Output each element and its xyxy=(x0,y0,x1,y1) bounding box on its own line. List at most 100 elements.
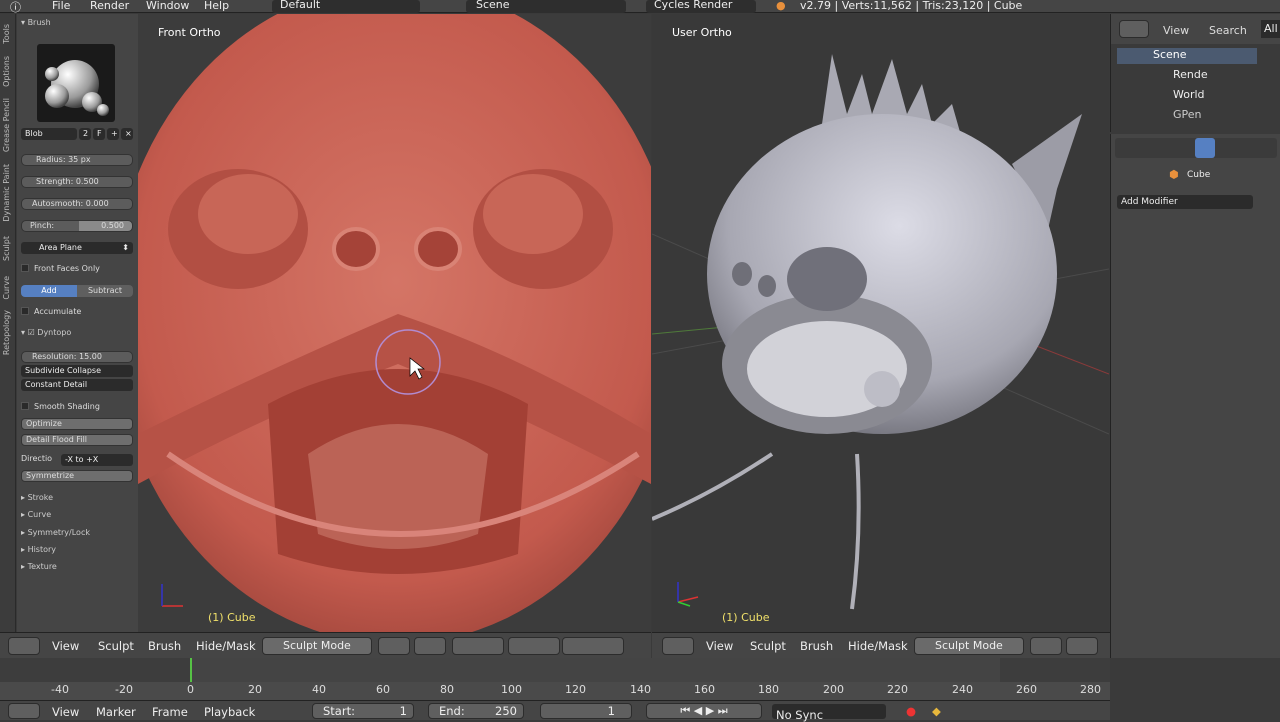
direction-dropdown[interactable]: -X to +X xyxy=(61,454,133,466)
menu-render[interactable]: Render xyxy=(90,0,129,12)
record-icon[interactable]: ● xyxy=(906,704,916,718)
outliner: View Search All Scene Rende World GPen xyxy=(1110,14,1280,132)
engine-selector[interactable]: Cycles Render xyxy=(646,0,756,13)
brush-preview[interactable] xyxy=(37,44,115,122)
start-field[interactable]: Start: 1 xyxy=(312,703,414,719)
resolution-slider[interactable]: Resolution: 15.00 xyxy=(21,351,133,363)
menu-file[interactable]: File xyxy=(52,0,70,12)
start-value: 1 xyxy=(399,704,407,718)
mode-selector-right[interactable]: Sculpt Mode xyxy=(914,637,1024,655)
plane-dropdown[interactable]: Area Plane ⬍ xyxy=(21,242,133,254)
timeline[interactable]: -40 -20 0 20 40 60 80 100 120 140 160 18… xyxy=(0,658,1110,700)
outliner-editor-button[interactable] xyxy=(1119,20,1149,38)
add-modifier-label: Add Modifier xyxy=(1121,197,1178,207)
menu-window[interactable]: Window xyxy=(146,0,189,12)
layers-grid-left-2[interactable] xyxy=(508,637,560,655)
current-frame-line[interactable] xyxy=(190,658,192,682)
layers-grid-left[interactable] xyxy=(452,637,504,655)
scene-selector[interactable]: Scene xyxy=(466,0,626,13)
history-section[interactable]: ▸ History xyxy=(21,545,133,557)
pivot-button-right[interactable] xyxy=(1066,637,1098,655)
menu-playback[interactable]: Playback xyxy=(204,705,255,719)
shading-button-left[interactable] xyxy=(378,637,410,655)
accumulate-checkbox[interactable]: Accumulate xyxy=(21,307,133,319)
outliner-item-scene[interactable]: Scene xyxy=(1117,48,1257,64)
modifier-tab-icon[interactable] xyxy=(1195,138,1215,158)
playback-controls[interactable]: ⏮ ◀ ▶ ⏭ xyxy=(646,703,762,719)
menu-sculpt-right[interactable]: Sculpt xyxy=(750,639,786,653)
subtract-button[interactable]: Subtract xyxy=(77,285,133,297)
user-viewport[interactable]: User Ortho (1) Cube xyxy=(652,14,1109,632)
outliner-item-gpen[interactable]: GPen xyxy=(1151,108,1202,121)
remove-brush-icon[interactable]: × xyxy=(121,128,133,140)
tick-label: 0 xyxy=(187,683,194,696)
tab-sculpt[interactable]: Sculpt xyxy=(2,236,11,261)
outliner-search[interactable]: Search xyxy=(1209,24,1247,37)
brush-panel-header[interactable]: ▾ Brush xyxy=(21,18,133,30)
tab-retopology[interactable]: Retopology xyxy=(2,310,11,355)
tick-label: 140 xyxy=(630,683,651,696)
detail-type-dropdown[interactable]: Constant Detail xyxy=(21,379,133,391)
add-button[interactable]: Add xyxy=(21,285,77,297)
pinch-slider[interactable]: Pinch: 0.500 xyxy=(21,220,133,232)
detail-flood-fill-button[interactable]: Detail Flood Fill xyxy=(21,434,133,446)
outliner-item-render[interactable]: Rende xyxy=(1151,68,1208,81)
tab-tools[interactable]: Tools xyxy=(2,24,11,44)
menu-view-bottom[interactable]: View xyxy=(52,705,79,719)
pivot-button-left[interactable] xyxy=(414,637,446,655)
optimize-button[interactable]: Optimize xyxy=(21,418,133,430)
timeline-editor-button[interactable] xyxy=(8,703,40,719)
shading-button-right[interactable] xyxy=(1030,637,1062,655)
menu-hide-mask-left[interactable]: Hide/Mask xyxy=(196,639,256,653)
mode-selector-left[interactable]: Sculpt Mode xyxy=(262,637,372,655)
editor-type-button[interactable] xyxy=(8,637,40,655)
keyframe-icon[interactable]: ◆ xyxy=(932,704,941,718)
menu-view-left[interactable]: View xyxy=(52,639,79,653)
menu-help[interactable]: Help xyxy=(204,0,229,12)
menu-view-right[interactable]: View xyxy=(706,639,733,653)
add-modifier-dropdown[interactable]: Add Modifier xyxy=(1117,195,1253,209)
editor-type-button-right[interactable] xyxy=(662,637,694,655)
add-brush-icon[interactable]: + xyxy=(107,128,119,140)
outliner-view[interactable]: View xyxy=(1163,24,1189,37)
strength-slider[interactable]: Strength: 0.500 xyxy=(21,176,133,188)
stroke-section[interactable]: ▸ Stroke xyxy=(21,493,133,505)
dyntopo-check-icon[interactable]: ☑ xyxy=(28,328,35,337)
tab-options[interactable]: Options xyxy=(2,56,11,87)
scene-stats: v2.79 | Verts:11,562 | Tris:23,120 | Cub… xyxy=(800,0,1023,12)
menu-marker[interactable]: Marker xyxy=(96,705,136,719)
radius-slider[interactable]: Radius: 35 px xyxy=(21,154,133,166)
tick-label: 20 xyxy=(248,683,262,696)
outliner-item-world[interactable]: World xyxy=(1151,88,1205,101)
tab-dynamic-paint[interactable]: Dynamic Paint xyxy=(2,164,11,222)
front-viewport[interactable]: Front Ortho (1) Cube xyxy=(138,14,651,632)
symmetrize-button[interactable]: Symmetrize xyxy=(21,470,133,482)
front-faces-checkbox[interactable]: Front Faces Only xyxy=(21,264,133,276)
tab-grease-pencil[interactable]: Grease Pencil xyxy=(2,98,11,152)
menu-brush-right[interactable]: Brush xyxy=(800,639,833,653)
subdivide-dropdown[interactable]: Subdivide Collapse xyxy=(21,365,133,377)
menu-brush-left[interactable]: Brush xyxy=(148,639,181,653)
autosmooth-slider[interactable]: Autosmooth: 0.000 xyxy=(21,198,133,210)
menu-hide-mask-right[interactable]: Hide/Mask xyxy=(848,639,908,653)
curve-section[interactable]: ▸ Curve xyxy=(21,510,133,522)
left-view-header: View Sculpt Brush Hide/Mask Sculpt Mode xyxy=(0,632,651,658)
outliner-filter-all[interactable]: All xyxy=(1261,20,1280,38)
menu-frame[interactable]: Frame xyxy=(152,705,188,719)
smooth-shading-checkbox[interactable]: Smooth Shading xyxy=(21,402,133,414)
current-frame-field[interactable]: 1 xyxy=(540,703,632,719)
tab-curve[interactable]: Curve xyxy=(2,276,11,300)
menu-sculpt-left[interactable]: Sculpt xyxy=(98,639,134,653)
blender-icon[interactable]: ⓘ xyxy=(10,0,21,15)
brush-fake-user[interactable]: F xyxy=(93,128,105,140)
sync-dropdown[interactable]: No Sync xyxy=(772,704,886,721)
brush-name-field[interactable]: Blob xyxy=(21,128,77,140)
outliner-header: View Search All xyxy=(1111,14,1280,44)
symmetry-label: Symmetry/Lock xyxy=(27,528,90,537)
texture-section[interactable]: ▸ Texture xyxy=(21,562,133,574)
render-button-left[interactable] xyxy=(562,637,624,655)
dyntopo-header[interactable]: ▾ ☑ Dyntopo xyxy=(21,328,133,340)
layout-selector[interactable]: Default xyxy=(272,0,420,13)
symmetry-section[interactable]: ▸ Symmetry/Lock xyxy=(21,528,133,540)
end-field[interactable]: End: 250 xyxy=(428,703,524,719)
